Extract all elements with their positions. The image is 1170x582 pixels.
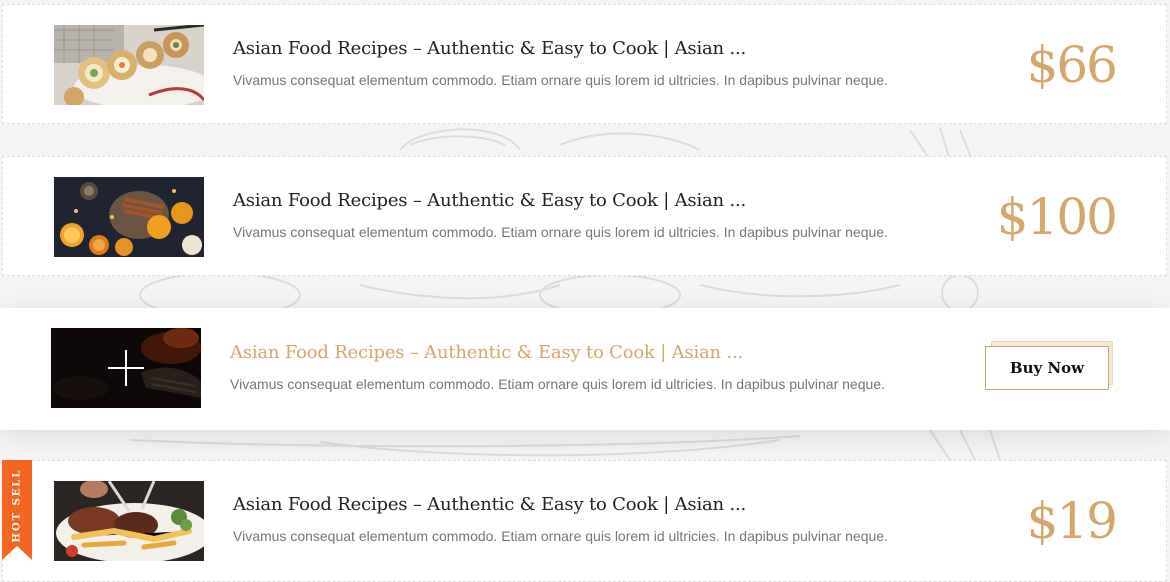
item-price: $100	[996, 188, 1118, 246]
hot-sell-badge: HOT SELL	[2, 460, 32, 550]
item-description: Vivamus consequat elementum commodo. Eti…	[230, 376, 885, 392]
menu-item[interactable]: Asian Food Recipes – Authentic & Easy to…	[2, 4, 1167, 124]
steak-plate-photo[interactable]	[54, 481, 204, 561]
buy-now-wrapper: Buy Now	[985, 341, 1113, 392]
menu-item[interactable]: Asian Food Recipes – Authentic & Easy to…	[2, 460, 1167, 582]
grilled-dish-photo[interactable]	[51, 328, 201, 408]
buy-now-button[interactable]: Buy Now	[985, 346, 1109, 390]
item-title[interactable]: Asian Food Recipes – Authentic & Easy to…	[233, 38, 746, 59]
spices-citrus-photo[interactable]	[54, 177, 204, 257]
hot-sell-label: HOT SELL	[11, 468, 23, 542]
plus-icon[interactable]	[51, 328, 201, 408]
item-price: $66	[1026, 36, 1118, 94]
item-description: Vivamus consequat elementum commodo. Eti…	[233, 528, 888, 544]
item-description: Vivamus consequat elementum commodo. Eti…	[233, 224, 888, 240]
item-description: Vivamus consequat elementum commodo. Eti…	[233, 72, 888, 88]
item-title[interactable]: Asian Food Recipes – Authentic & Easy to…	[233, 494, 746, 515]
item-title[interactable]: Asian Food Recipes – Authentic & Easy to…	[230, 342, 743, 363]
item-title[interactable]: Asian Food Recipes – Authentic & Easy to…	[233, 190, 746, 211]
menu-item[interactable]: Asian Food Recipes – Authentic & Easy to…	[2, 156, 1167, 276]
item-price: $19	[1026, 492, 1118, 550]
menu-item-hovered[interactable]: Asian Food Recipes – Authentic & Easy to…	[0, 308, 1170, 430]
sushi-rolls-photo[interactable]	[54, 25, 204, 105]
